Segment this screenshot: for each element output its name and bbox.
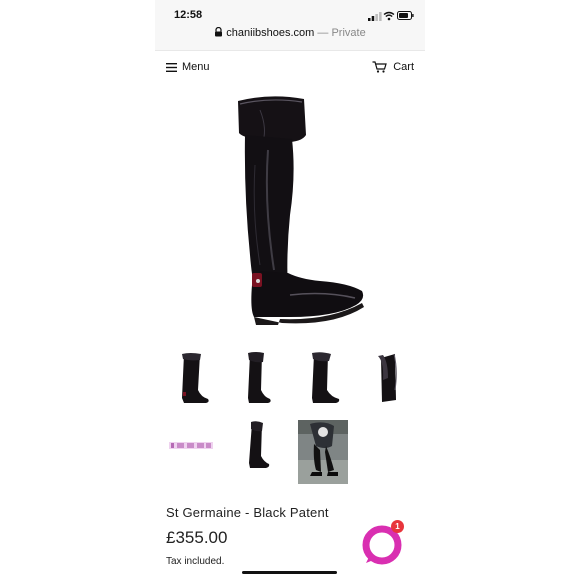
browser-top-bar: 12:58 chaniibshoes.com — Private [155,0,425,50]
battery-icon [397,11,414,20]
product-thumbnail[interactable] [298,420,348,484]
cart-label: Cart [393,61,414,73]
product-thumbnail[interactable] [364,350,412,412]
tax-note: Tax included. [166,556,225,567]
product-thumbnail[interactable] [298,350,346,412]
product-thumbnail[interactable] [232,420,280,482]
cart-button[interactable]: Cart [372,61,414,73]
hamburger-icon [166,62,177,72]
product-main-image[interactable] [230,95,370,330]
wifi-icon [383,11,395,21]
private-mode-label: — Private [314,27,366,39]
product-title: St Germaine - Black Patent [166,505,329,520]
chat-notification-badge: 1 [391,520,404,533]
address-domain: chaniibshoes.com [226,27,315,39]
product-thumbnail[interactable] [168,350,216,412]
cellular-signal-icon [368,12,382,21]
address-bar[interactable]: chaniibshoes.com — Private [155,27,425,39]
product-thumbnail[interactable] [232,350,280,412]
lock-icon [215,27,223,37]
status-time: 12:58 [174,9,203,21]
product-price: £355.00 [166,528,228,547]
home-indicator[interactable] [242,571,337,574]
site-header: Menu Cart [155,50,425,85]
phone-screen: 12:58 chaniibshoes.com — Private Menu Ca… [155,0,425,580]
cart-icon [372,61,388,73]
product-thumbnail[interactable] [168,420,216,470]
menu-button[interactable]: Menu [166,61,210,73]
menu-label: Menu [182,61,210,73]
